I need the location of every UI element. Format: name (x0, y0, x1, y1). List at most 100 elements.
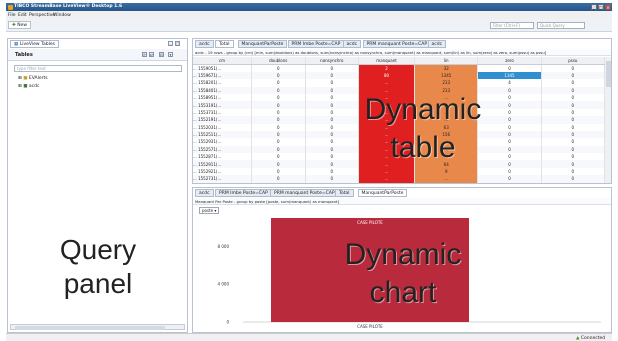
tab-prm-manquant-poste-cap[interactable]: PRM manquant Poste=CAP (270, 189, 339, 197)
tab-prm-imbe-poste-cap[interactable]: PRM Imbe Poste=CAP (287, 40, 345, 48)
table-cell-lin: 9 (414, 167, 479, 176)
bar-label: CASE PILOTE (357, 220, 383, 225)
view-menu-icon[interactable]: ▾ (168, 52, 173, 57)
tab-acdc[interactable]: acdc (427, 40, 447, 48)
tab-acdc[interactable]: acdc (195, 189, 214, 197)
table-cell-cm: ... 1552191(... (193, 116, 252, 124)
table-row[interactable]: ... 1552921(... 0 0... 9 0 0 (193, 167, 606, 176)
table-cell-cm: ... 1552571(... (193, 145, 252, 154)
tab-prm-manquant-poste-cap[interactable]: PRM manquant Poste=CAP (362, 40, 432, 48)
table-cell-zero: 1345 (477, 71, 542, 80)
tables-filter-input[interactable]: type filter text (14, 65, 182, 72)
table-cell-pssu: 0 (541, 160, 606, 168)
column-header-doublons[interactable]: doublons (251, 57, 306, 65)
connection-status: ▲ Connected (576, 336, 605, 341)
chart-view: acdc PRM Imbe Poste=CAP PRM manquant Poste… (192, 187, 612, 333)
new-button[interactable]: ✚ New (8, 21, 32, 29)
table-cell-nonsynchro: 0 (305, 64, 360, 72)
new-icon: ✚ (12, 23, 16, 28)
y-tick-label: 8 000 (218, 244, 230, 249)
table-cell-pssu: 0 (541, 175, 606, 183)
table-cell-pssu: 0 (541, 167, 606, 176)
table-cell-pssu: 0 (541, 108, 606, 117)
tree-item-evalerts[interactable]: ⊞ ■ EVAlerts (18, 76, 48, 81)
table-row[interactable]: ... 1558201(... 0 0... 213 4 0 (193, 79, 606, 87)
connect-icon[interactable]: ⇄ (149, 52, 154, 57)
table-cell-manquant: ... (358, 79, 416, 87)
table-cell-pssu: 0 (541, 86, 606, 94)
minimize-button[interactable]: _ (591, 4, 597, 10)
column-header-cm[interactable]: cm (193, 57, 252, 65)
maximize-panel-icon[interactable]: □ (175, 41, 180, 46)
table-cell-cm: ... 1552921(... (193, 167, 252, 176)
column-header-nonsynchro[interactable]: nonsynchro (305, 57, 360, 65)
menu-file[interactable]: File (8, 13, 16, 18)
tab-total[interactable]: Total (215, 40, 234, 48)
category-dropdown[interactable]: poste ▾ (199, 207, 220, 214)
table-cell-manquant: ... (358, 175, 416, 183)
tab-prm-imbe-poste-cap[interactable]: PRM Imbe Poste=CAP (215, 189, 272, 197)
table-row[interactable]: ... 1552731(... 0 0...... 0 0 (193, 175, 606, 183)
table-cell-doublons: 0 (251, 138, 306, 146)
table-cell-pssu: 0 (541, 116, 606, 124)
connected-icon: ▲ (576, 335, 580, 341)
collapse-icon[interactable]: ⊟ (159, 52, 164, 57)
filter-input[interactable]: Filter (Ctrl+F) (490, 22, 534, 29)
table-cell-cm: ... 1552731(... (193, 175, 252, 183)
column-header-manquant[interactable]: manquant (358, 57, 416, 65)
scrollbar-thumb[interactable] (15, 325, 165, 330)
maximize-button[interactable]: □ (598, 4, 604, 10)
table-cell-lin: 213 (414, 79, 479, 87)
tree-item-acdc[interactable]: ⊞ ■ acdc (18, 84, 39, 89)
menu-window[interactable]: Window (53, 13, 71, 18)
menu-edit[interactable]: Edit (18, 13, 27, 18)
expand-icon: ⊞ (18, 84, 22, 89)
table-cell-pssu: 0 (541, 64, 606, 72)
table-cell-pssu: 0 (541, 71, 606, 80)
chevron-down-icon: ▾ (214, 208, 217, 213)
table-cell-zero: 4 (477, 79, 542, 87)
table-cell-nonsynchro: 0 (305, 71, 360, 80)
minimize-panel-icon[interactable]: – (168, 41, 173, 46)
table-cell-cm: ... 1559051(... (193, 64, 252, 72)
tab-acdc[interactable]: acdc (195, 40, 214, 48)
window-title-bar: TIBCO StreamBase LiveView® Desktop 1.6 _… (6, 3, 612, 11)
table-cell-cm: ... 1552031(... (193, 123, 252, 131)
table-cell-nonsynchro: 0 (305, 79, 360, 87)
table-icon: ■ (23, 84, 28, 89)
query-panel-caption: Query panel (59, 234, 137, 299)
window-title: TIBCO StreamBase LiveView® Desktop 1.6 (14, 4, 123, 9)
table-row[interactable]: ... 1559671(... 0 0 80 1345 1345 0 (193, 71, 606, 80)
tables-header: Tables ⟳ ⇄ ⊟ ▾ (8, 49, 187, 61)
column-header-lin[interactable]: lin (414, 57, 479, 65)
table-cell-nonsynchro: 0 (305, 167, 360, 176)
horizontal-scrollbar[interactable] (10, 324, 185, 330)
close-button[interactable]: × (605, 4, 611, 10)
tab-acdc[interactable]: acdc (342, 40, 362, 48)
quick-query-input[interactable]: Quick Query (537, 22, 585, 29)
table-cell-zero: 0 (477, 175, 542, 183)
table-header-row: cm doublons nonsynchro manquant lin zero pssu (193, 57, 606, 65)
menu-perspective[interactable]: Perspective (29, 13, 55, 18)
tables-tab-icon: ▦ (14, 42, 19, 47)
table-cell-doublons: 0 (251, 123, 306, 131)
tab-manquantparposte[interactable]: ManquantParPoste (357, 189, 408, 197)
table-row[interactable]: ... 1559051(... 0 0 2 32 0 0 (193, 64, 606, 72)
table-cell-manquant: 2 (358, 64, 416, 72)
column-header-pssu[interactable]: pssu (541, 57, 606, 65)
scrollbar-thumb[interactable] (605, 61, 611, 87)
table-cell-cm: ... 1552511(... (193, 130, 252, 139)
table-cell-cm: ... 1558201(... (193, 79, 252, 87)
tab-total[interactable]: Total (335, 189, 354, 197)
table-cell-doublons: 0 (251, 86, 306, 94)
tab-liveview-tables[interactable]: ▦ LiveView Tables (10, 40, 59, 48)
table-cell-nonsynchro: 0 (305, 175, 360, 183)
refresh-icon[interactable]: ⟳ (142, 52, 147, 57)
table-cell-doublons: 0 (251, 145, 306, 154)
query-panel: ▦ LiveView Tables – □ Tables ⟳ ⇄ ⊟ ▾ typ… (7, 38, 188, 333)
table-cell-doublons: 0 (251, 160, 306, 168)
column-header-zero[interactable]: zero (477, 57, 542, 65)
table-cell-lin: 32 (414, 64, 479, 72)
tab-manquantparposte[interactable]: ManquantParPoste (237, 40, 288, 48)
vertical-scrollbar[interactable] (605, 57, 611, 183)
